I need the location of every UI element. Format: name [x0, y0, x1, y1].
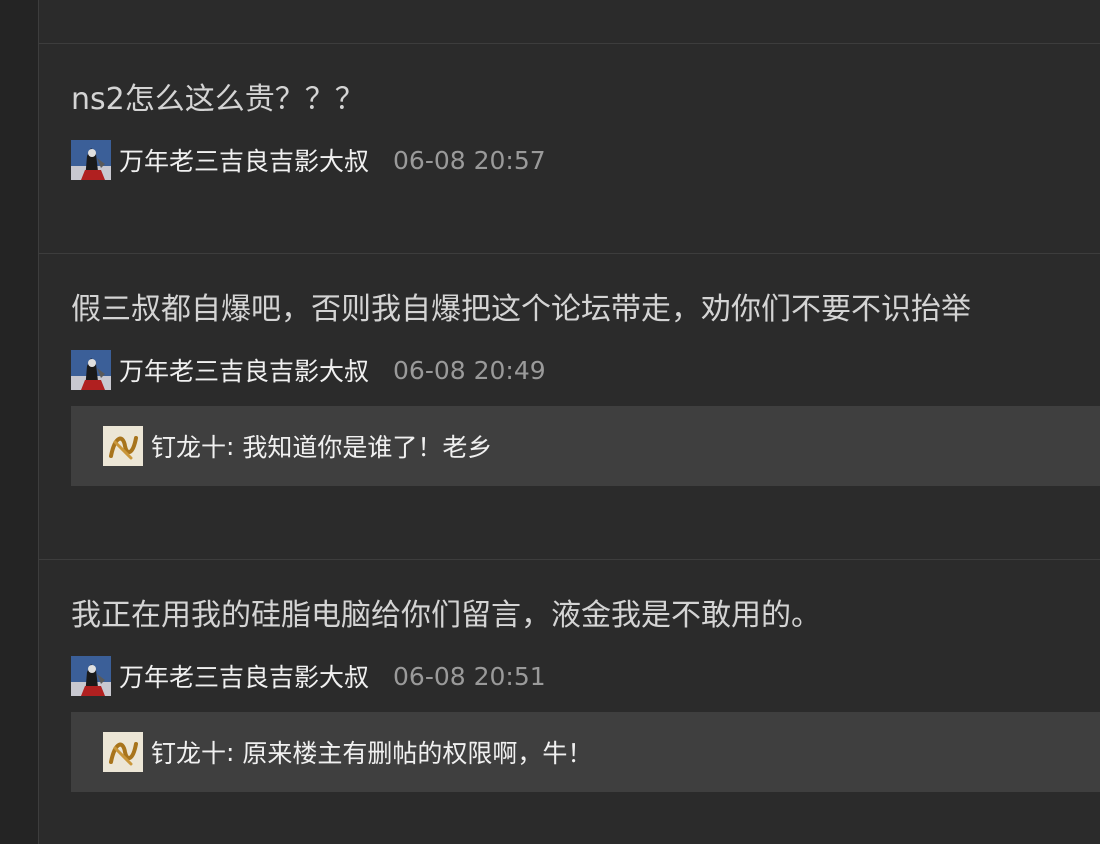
post-meta: 万年老三吉良吉影大叔 06-08 20:51	[71, 656, 546, 696]
divider	[39, 559, 1100, 560]
post-text: ns2怎么这么贵？？？	[71, 82, 365, 117]
reply-separator: :	[226, 431, 235, 461]
reply-box[interactable]: 钉龙十 : 原来楼主有删帖的权限啊，牛！	[71, 712, 1100, 792]
user-avatar-icon[interactable]	[71, 140, 111, 180]
author-name[interactable]: 万年老三吉良吉影大叔	[119, 142, 369, 178]
reply-text: 原来楼主有删帖的权限啊，牛！	[234, 739, 593, 768]
divider	[39, 43, 1100, 44]
divider	[39, 253, 1100, 254]
author-name[interactable]: 万年老三吉良吉影大叔	[119, 352, 369, 388]
post-text: 假三叔都自爆吧，否则我自爆把这个论坛带走，劝你们不要不识抬举	[71, 292, 971, 327]
replier-avatar-icon[interactable]	[103, 426, 143, 466]
reply-separator: :	[226, 737, 235, 767]
post-text: 我正在用我的硅脂电脑给你们留言，液金我是不敢用的。	[71, 598, 821, 633]
user-avatar-icon[interactable]	[71, 350, 111, 390]
reply-box[interactable]: 钉龙十 : 我知道你是谁了！老乡	[71, 406, 1100, 486]
post-meta: 万年老三吉良吉影大叔 06-08 20:49	[71, 350, 546, 390]
author-name[interactable]: 万年老三吉良吉影大叔	[119, 658, 369, 694]
reply-text: 我知道你是谁了！老乡	[234, 433, 493, 462]
replier-name[interactable]: 钉龙十	[151, 734, 226, 770]
post-timestamp: 06-08 20:57	[393, 145, 546, 175]
post-timestamp: 06-08 20:51	[393, 661, 546, 691]
replier-avatar-icon[interactable]	[103, 732, 143, 772]
replier-name[interactable]: 钉龙十	[151, 428, 226, 464]
post-timestamp: 06-08 20:49	[393, 355, 546, 385]
comment-feed: ns2怎么这么贵？？？ 万年老三吉良吉影大叔 06-08 20:57 假三叔都自…	[39, 0, 1100, 844]
post-meta: 万年老三吉良吉影大叔 06-08 20:57	[71, 140, 546, 180]
user-avatar-icon[interactable]	[71, 656, 111, 696]
left-rail	[0, 0, 39, 844]
